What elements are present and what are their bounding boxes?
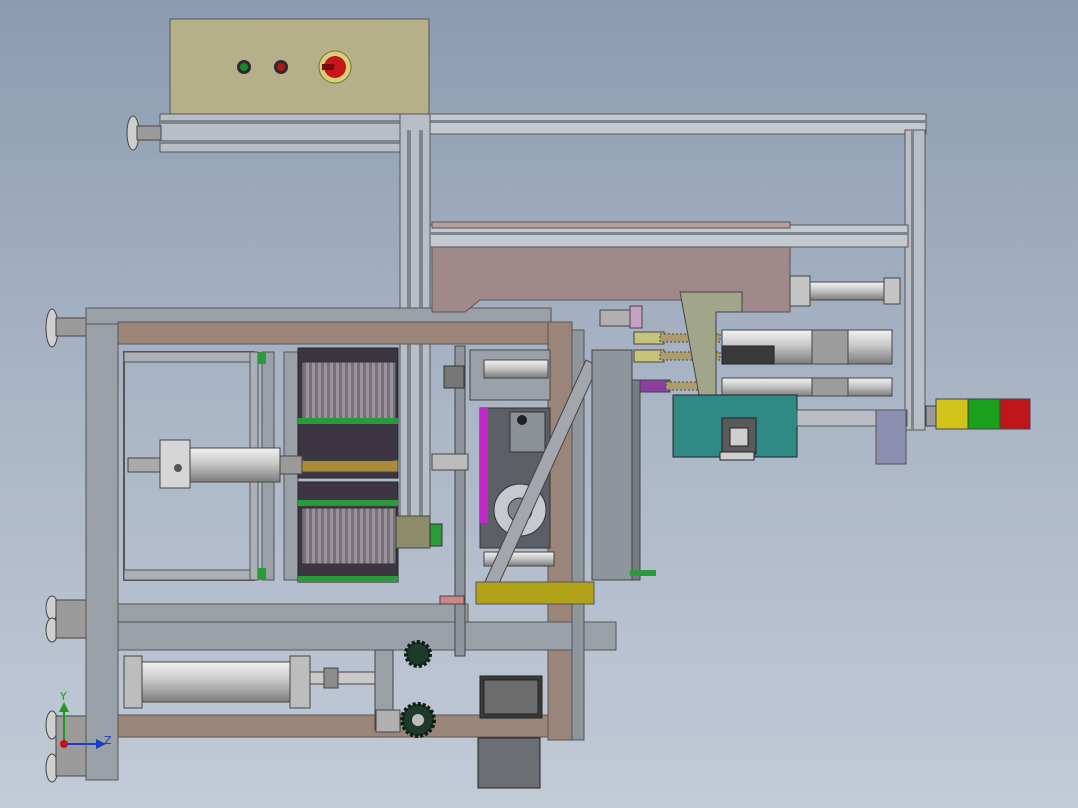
- yellow-lamp-icon: [935, 398, 969, 430]
- tower-light: [925, 398, 1031, 430]
- leveling-foot-icon: [45, 308, 87, 348]
- y-axis-label: Y: [59, 690, 67, 703]
- leveling-foot-icon: [126, 115, 162, 151]
- teal-clamp-block: [672, 394, 908, 465]
- red-lamp-icon: [999, 398, 1031, 430]
- red-indicator-icon: [274, 60, 288, 74]
- sprocket-icon: [400, 702, 436, 738]
- machine-drawing: Y Z: [45, 18, 1031, 789]
- bearing-block: [375, 709, 401, 733]
- emergency-stop-icon: [318, 50, 352, 84]
- leveling-foot-icon: [45, 595, 87, 643]
- sprocket-icon: [404, 640, 432, 668]
- green-indicator-icon: [237, 60, 251, 74]
- z-axis-label: Z: [104, 734, 112, 747]
- control-box: [169, 18, 430, 115]
- cad-viewport: Y Z: [0, 0, 1078, 808]
- origin-dot-icon: [60, 740, 68, 748]
- green-lamp-icon: [967, 398, 1001, 430]
